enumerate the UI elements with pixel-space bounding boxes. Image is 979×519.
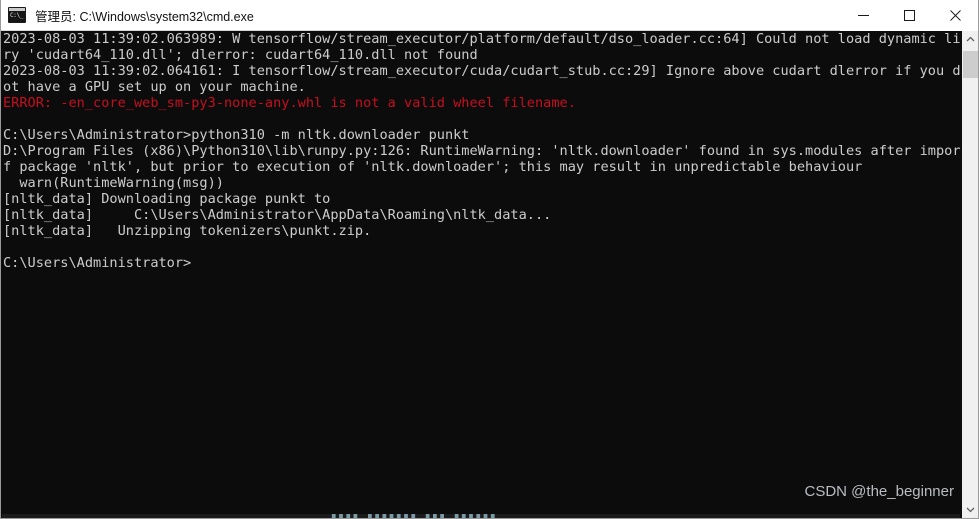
console-line: ERROR: -en_core_web_sm-py3-none-any.whl … <box>3 95 576 111</box>
scroll-up-icon[interactable] <box>962 31 978 48</box>
console-line: [nltk_data] Downloading package punkt to <box>3 191 331 207</box>
console-line: 2023-08-03 11:39:02.064161: I tensorflow… <box>3 63 978 79</box>
console-line: ry 'cudart64_110.dll'; dlerror: cudart64… <box>3 47 478 63</box>
console-line: C:\Users\Administrator> <box>3 255 192 271</box>
console-line: f package 'nltk', but prior to execution… <box>3 159 863 175</box>
scrollbar-thumb[interactable] <box>963 51 978 78</box>
console-icon <box>8 7 26 23</box>
scroll-down-icon[interactable] <box>962 501 978 518</box>
watermark: CSDN @the_beginner <box>804 483 954 500</box>
close-button[interactable] <box>932 0 978 31</box>
console-line: [nltk_data] Unzipping tokenizers\punkt.z… <box>3 223 372 239</box>
console-output-area[interactable]: 2023-08-03 11:39:02.063989: W tensorflow… <box>1 31 978 518</box>
console-line: D:\Program Files (x86)\Python310\lib\run… <box>3 143 978 159</box>
cmd-window: 管理员: C:\Windows\system32\cmd.exe <box>0 0 979 519</box>
minimize-button[interactable] <box>840 0 886 31</box>
console-text: 2023-08-03 11:39:02.063989: W tensorflow… <box>3 31 978 271</box>
background-window-sliver: ▌▌▌▌ ▌▌▌▌▌▌▌ ▌▌▌ ▌▌▌▌▌▌ <box>2 514 960 518</box>
window-title: 管理员: C:\Windows\system32\cmd.exe <box>35 9 254 24</box>
console-line: warn(RuntimeWarning(msg)) <box>3 175 224 191</box>
console-line: 2023-08-03 11:39:02.063989: W tensorflow… <box>3 31 978 47</box>
maximize-button[interactable] <box>886 0 932 31</box>
console-line: C:\Users\Administrator>python310 -m nltk… <box>3 127 470 143</box>
title-bar[interactable]: 管理员: C:\Windows\system32\cmd.exe <box>1 0 978 31</box>
vertical-scrollbar[interactable] <box>961 31 978 518</box>
background-window-text: ▌▌▌▌ ▌▌▌▌▌▌▌ ▌▌▌ ▌▌▌▌▌▌ <box>332 514 498 518</box>
console-line: [nltk_data] C:\Users\Administrator\AppDa… <box>3 207 552 223</box>
console-line: ot have a GPU set up on your machine. <box>3 79 306 95</box>
title-bar-left: 管理员: C:\Windows\system32\cmd.exe <box>1 6 840 25</box>
window-controls <box>840 0 978 31</box>
